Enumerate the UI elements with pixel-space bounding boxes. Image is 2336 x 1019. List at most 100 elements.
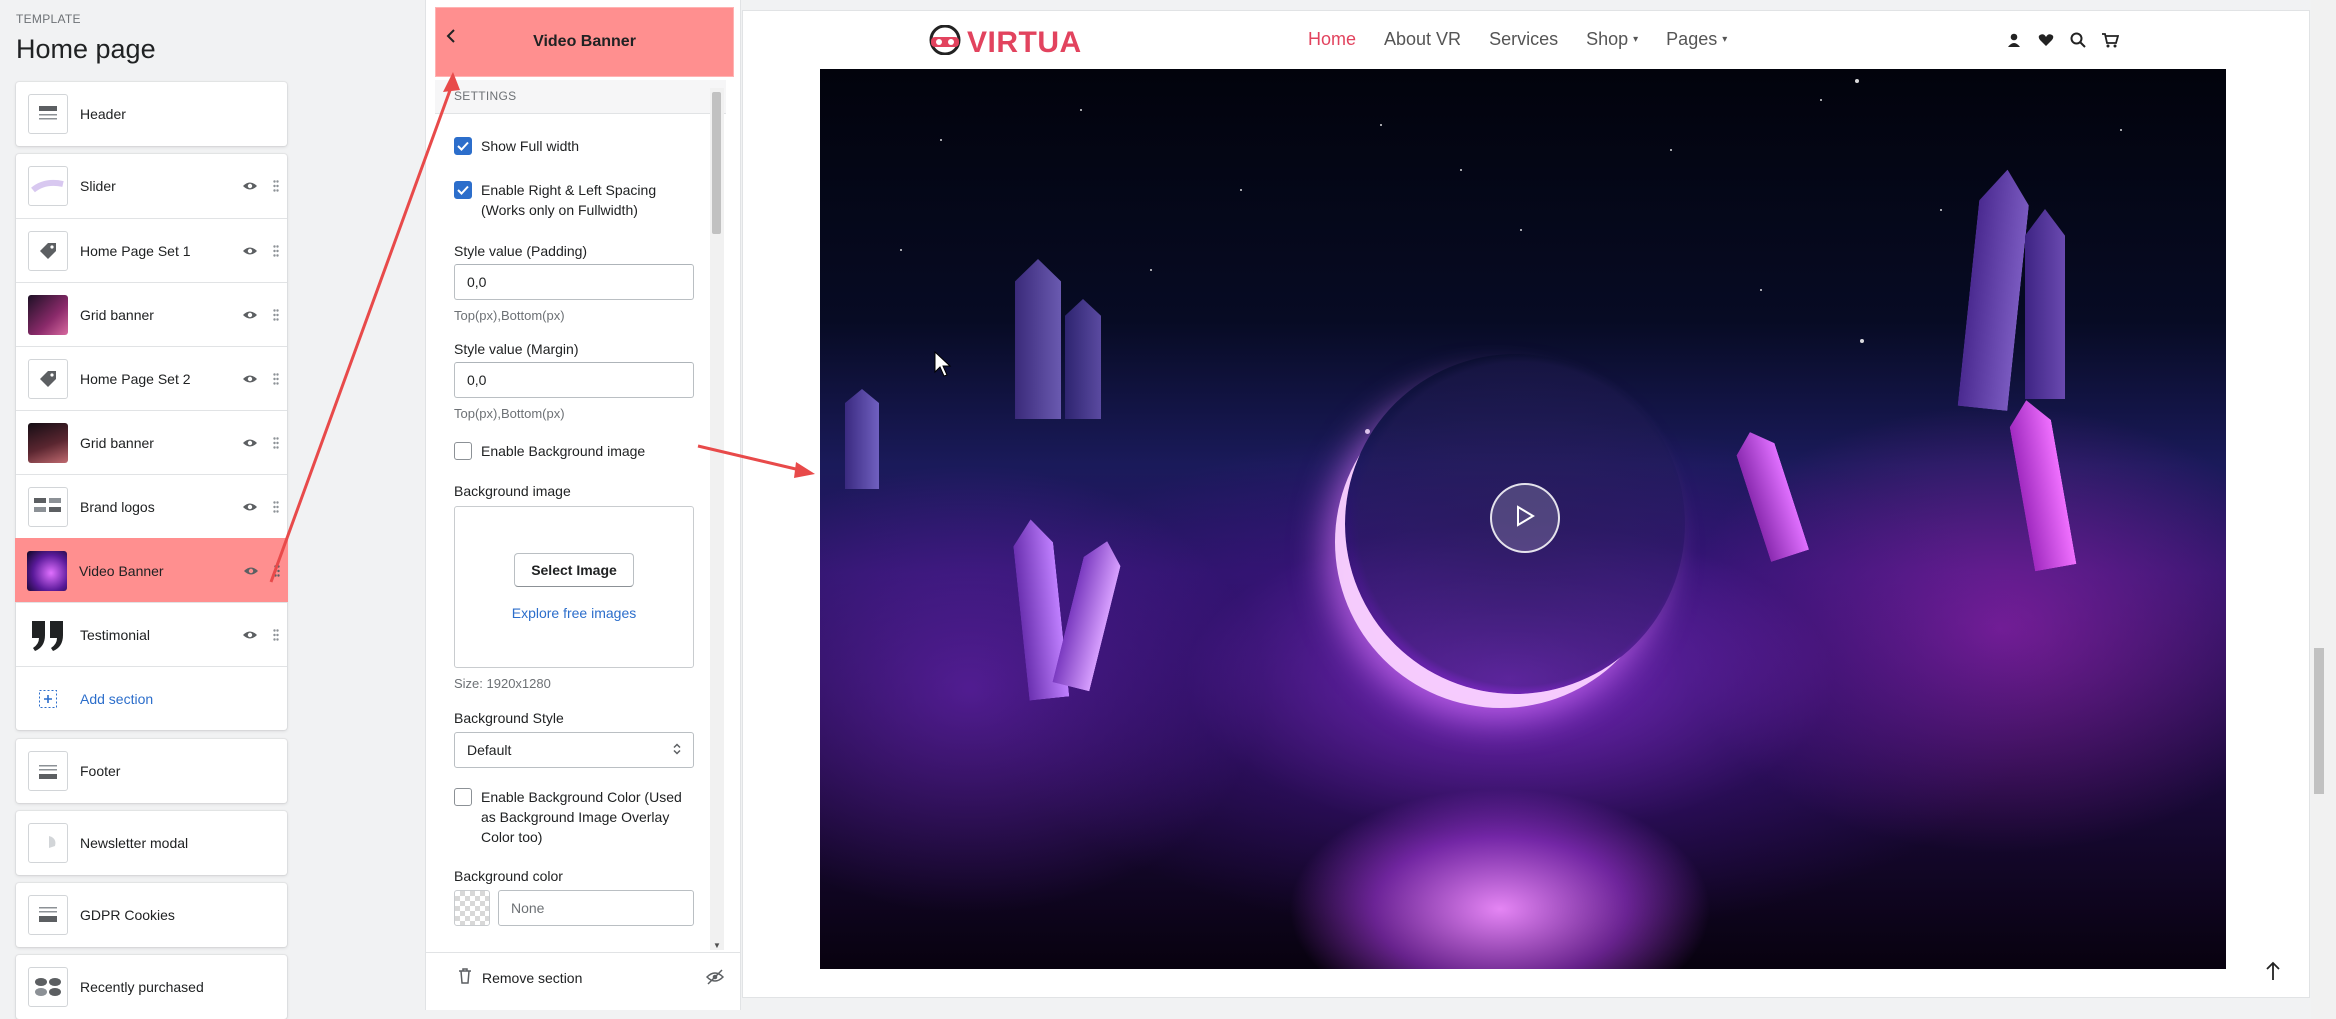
crystal [845, 389, 879, 489]
enable-spacing-field[interactable]: Enable Right & Left Spacing (Works only … [454, 181, 694, 220]
section-header[interactable]: Header [16, 82, 287, 146]
user-icon[interactable] [2005, 31, 2023, 49]
bg-style-select[interactable]: Default [454, 732, 694, 768]
tag-icon [28, 358, 68, 399]
eye-icon[interactable] [241, 434, 259, 452]
drag-handle-icon[interactable] [271, 371, 281, 387]
nav-pages[interactable]: Pages ▾ [1666, 29, 1727, 50]
grid-banner-thumb [28, 294, 68, 335]
field-label: Background Style [454, 710, 564, 726]
back-arrow-icon[interactable] [442, 27, 460, 45]
crystal [1052, 537, 1125, 692]
page-title: Home page [16, 34, 156, 64]
eye-icon[interactable] [241, 498, 259, 516]
section-home-page-set-2[interactable]: Home Page Set 2 [16, 346, 287, 410]
drag-handle-icon[interactable] [271, 627, 281, 643]
nav-about-vr[interactable]: About VR [1384, 29, 1461, 50]
nav-home[interactable]: Home [1308, 29, 1356, 50]
show-full-width-checkbox[interactable] [454, 137, 472, 155]
section-grid-banner[interactable]: Grid banner [16, 282, 287, 346]
eye-icon[interactable] [241, 370, 259, 388]
trash-icon [458, 968, 472, 987]
drag-handle-icon[interactable] [272, 563, 282, 579]
play-button[interactable] [1490, 483, 1560, 553]
bg-style-field: Background Style Default [454, 710, 694, 768]
drag-handle-icon[interactable] [271, 499, 281, 515]
preview-scroll-thumb[interactable] [2314, 648, 2324, 794]
drag-handle-icon[interactable] [271, 307, 281, 323]
field-label: Style value (Padding) [454, 243, 588, 259]
eye-icon[interactable] [241, 306, 259, 324]
section-footer[interactable]: Footer [16, 739, 287, 803]
section-home-page-set-1[interactable]: Home Page Set 1 [16, 218, 287, 282]
panel-header: Video Banner [435, 7, 734, 77]
heart-icon[interactable] [2037, 31, 2055, 49]
padding-input[interactable]: 0,0 [454, 264, 694, 300]
enable-bg-color-checkbox[interactable] [454, 788, 472, 806]
eye-icon[interactable] [241, 177, 259, 195]
chevron-down-icon: ▾ [1722, 34, 1728, 45]
section-label: Header [80, 106, 126, 122]
section-grid-banner-2[interactable]: Grid banner [16, 410, 287, 474]
cart-icon[interactable] [2101, 31, 2119, 49]
enable-bg-image-checkbox[interactable] [454, 442, 472, 460]
panel-scroll-thumb[interactable] [712, 92, 721, 234]
back-to-top-button[interactable] [2263, 959, 2283, 983]
section-label: Grid banner [80, 434, 154, 451]
drag-handle-icon[interactable] [271, 178, 281, 194]
select-arrows-icon [673, 742, 681, 758]
settings-panel: Video Banner SETTINGS Show Full width En… [425, 0, 741, 1010]
select-image-button[interactable]: Select Image [514, 553, 634, 587]
nav-services[interactable]: Services [1489, 29, 1558, 50]
image-picker: Select Image Explore free images [454, 506, 694, 668]
bg-color-input[interactable]: None [498, 890, 694, 926]
search-icon[interactable] [2069, 31, 2087, 49]
show-full-width-field[interactable]: Show Full width [454, 137, 694, 156]
template-sidebar: TEMPLATE Home page Header Slider Home Pa… [0, 0, 300, 1019]
enable-bg-color-field[interactable]: Enable Background Color (Used as Backgro… [454, 788, 694, 847]
panel-footer: Remove section [426, 952, 740, 1002]
slider-thumb [28, 166, 68, 206]
eye-icon[interactable] [241, 626, 259, 644]
drag-handle-icon[interactable] [271, 435, 281, 451]
video-banner-thumb [27, 550, 67, 591]
eye-slash-icon[interactable] [705, 969, 725, 990]
drag-handle-icon[interactable] [271, 243, 281, 259]
section-label: Brand logos [80, 498, 155, 515]
section-gdpr-cookies[interactable]: GDPR Cookies [16, 883, 287, 947]
color-swatch[interactable] [454, 890, 490, 926]
template-caption: TEMPLATE [16, 12, 81, 26]
eye-icon[interactable] [242, 562, 260, 580]
gdpr-card: GDPR Cookies [16, 883, 287, 947]
enable-spacing-checkbox[interactable] [454, 181, 472, 199]
add-section-button[interactable]: Add section [16, 666, 287, 730]
play-icon [1514, 504, 1536, 533]
remove-section-button[interactable]: Remove section [458, 968, 582, 987]
preview-scrollbar[interactable] [2311, 0, 2336, 1019]
size-note: Size: 1920x1280 [454, 676, 551, 691]
eye-icon[interactable] [241, 242, 259, 260]
select-value: Default [467, 742, 512, 758]
margin-input[interactable]: 0,0 [454, 362, 694, 398]
crystal [1731, 426, 1809, 562]
chevron-down-icon: ▾ [1633, 34, 1639, 45]
section-video-banner[interactable]: Video Banner [15, 538, 288, 602]
tag-icon [28, 230, 68, 271]
bg-image-field: Background image Select Image Explore fr… [454, 483, 694, 691]
scroll-down-icon[interactable]: ▼ [713, 941, 721, 950]
checkbox-label: Enable Background Color (Used as Backgro… [481, 789, 682, 845]
explore-images-link[interactable]: Explore free images [512, 605, 637, 621]
nav-shop[interactable]: Shop ▾ [1586, 29, 1638, 50]
field-label: Background image [454, 483, 571, 499]
section-label: Video Banner [79, 562, 164, 579]
crystal [1958, 167, 2033, 411]
crystal [2006, 397, 2077, 572]
section-label: Home Page Set 2 [80, 370, 191, 387]
section-slider[interactable]: Slider [16, 154, 287, 218]
section-brand-logos[interactable]: Brand logos [16, 474, 287, 538]
site-logo[interactable]: VIRTUA [927, 24, 1082, 60]
section-newsletter-modal[interactable]: Newsletter modal [16, 811, 287, 875]
section-recently-purchased[interactable]: Recently purchased [16, 955, 287, 1019]
section-testimonial[interactable]: Testimonial [16, 602, 287, 666]
enable-bg-image-field[interactable]: Enable Background image [454, 442, 694, 461]
